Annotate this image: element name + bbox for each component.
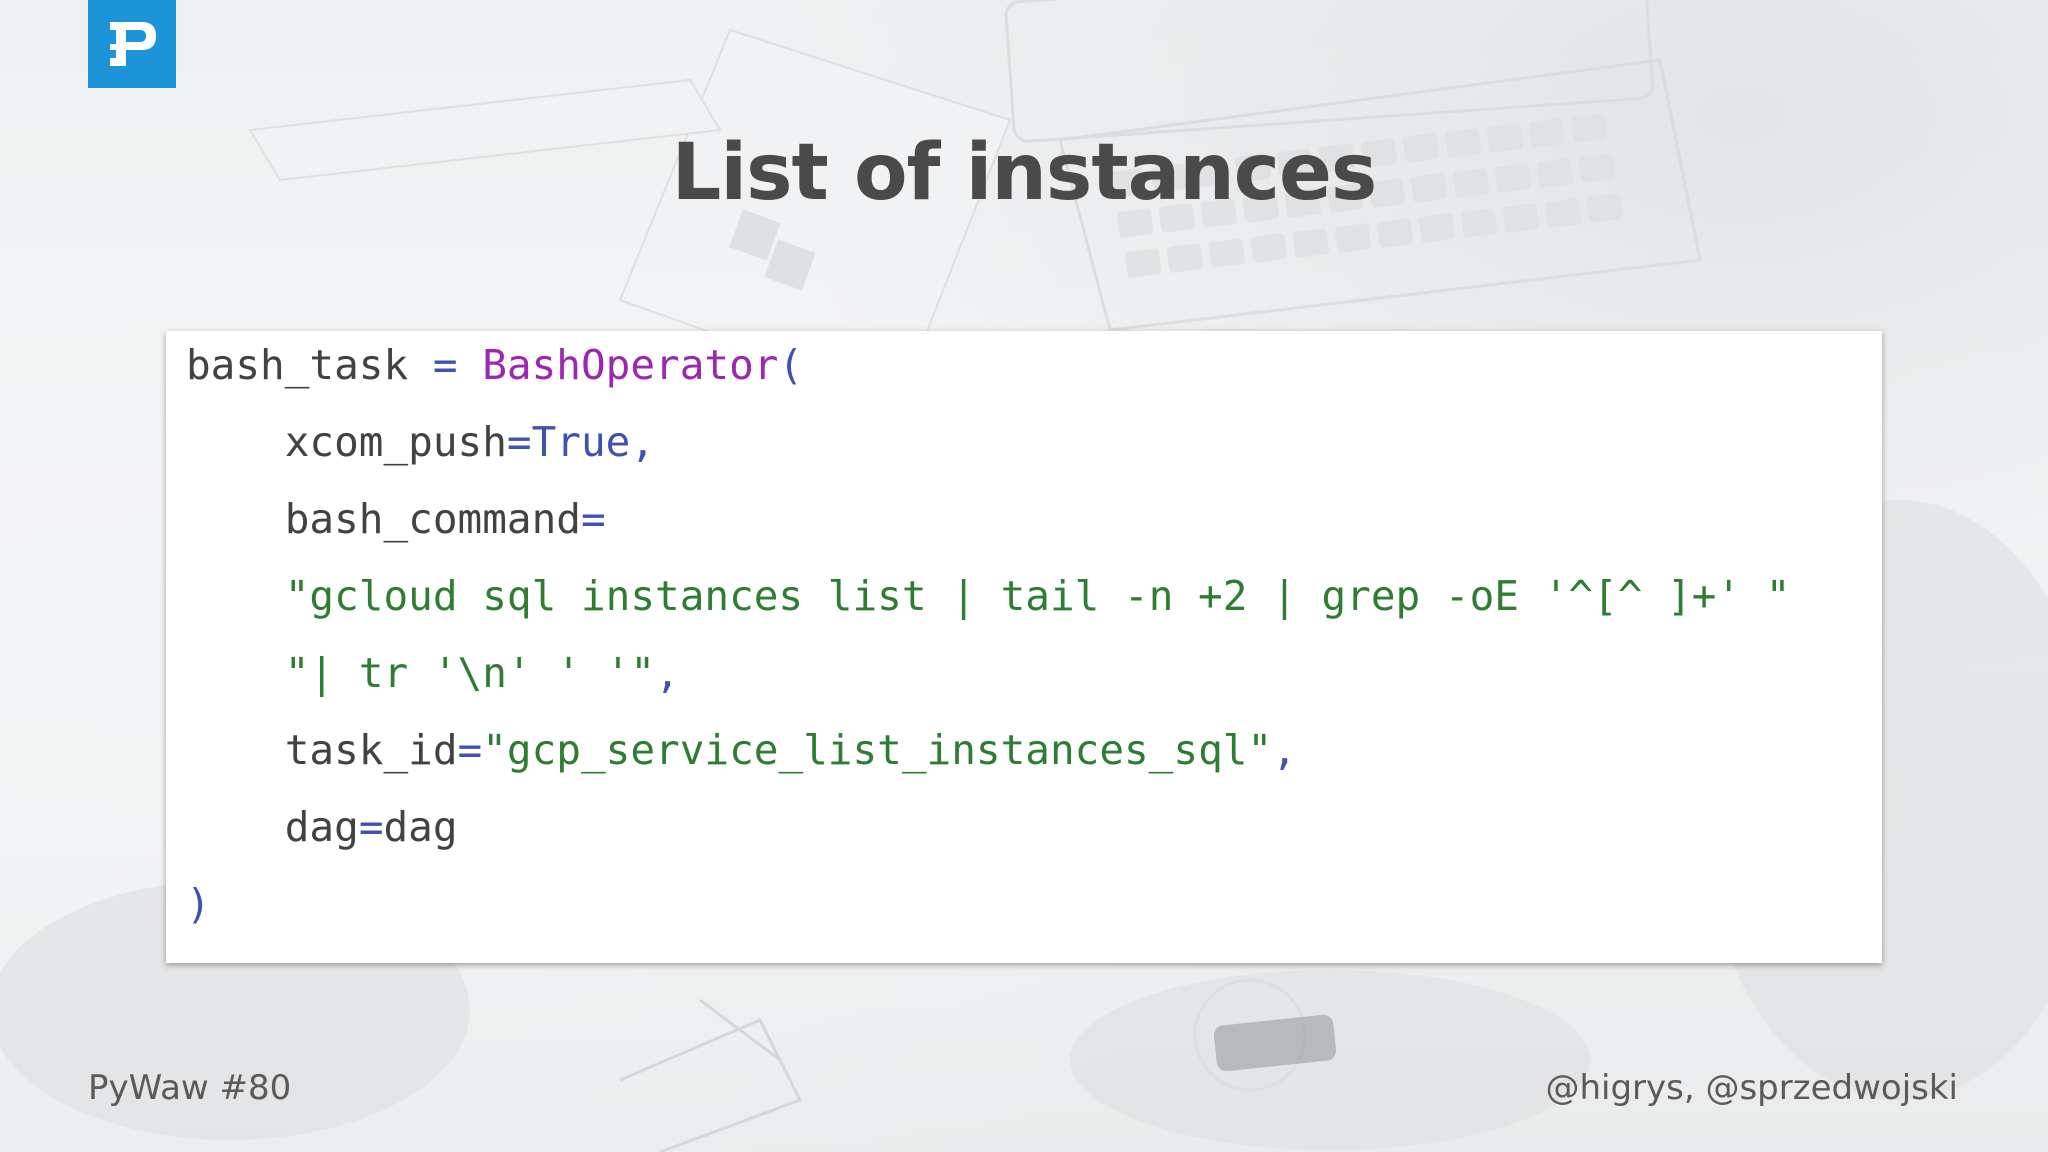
code-line-2: xcom_push=True, [186,412,655,472]
code-token-comma: , [630,418,656,466]
code-line-8: ) [186,874,211,934]
code-block: bash_task = BashOperator( xcom_push=True… [166,331,1882,963]
p-logo-icon [110,22,156,66]
code-token-assign: = [358,803,384,851]
code-token-class: BashOperator [482,341,779,389]
footer-event-label: PyWaw #80 [88,1068,292,1108]
code-token-value: dag [383,803,458,851]
code-token-arg: task_id [284,726,458,774]
code-token-arg: bash_command [284,495,581,543]
code-line-6: task_id="gcp_service_list_instances_sql"… [186,720,1297,780]
code-token-string: "| tr '\n' ' '" [284,649,656,697]
code-token-assign: = [408,341,483,389]
code-token-keyword: True [531,418,631,466]
pywaw-logo [88,0,176,88]
code-token-assign: = [457,726,483,774]
code-line-7: dag=dag [186,797,458,857]
code-line-3: bash_command= [186,489,606,549]
code-token-assign: = [580,495,606,543]
code-line-4: "gcloud sql instances list | tail -n +2 … [186,566,1791,626]
code-token-string: "gcloud sql instances list | tail -n +2 … [284,572,1791,620]
code-token-open-paren: ( [778,341,804,389]
slide-title: List of instances [671,128,1378,218]
code-token-assign: = [506,418,532,466]
code-token-var: bash_task [186,341,409,389]
code-token-close-paren: ) [186,880,211,928]
code-line-5: "| tr '\n' ' '", [186,643,680,703]
code-token-arg: xcom_push [284,418,507,466]
footer-authors-label: @higrys, @sprzedwojski [1545,1068,1958,1108]
code-token-comma: , [1272,726,1297,774]
code-token-comma: , [655,649,680,697]
code-token-string: "gcp_service_list_instances_sql" [482,726,1273,774]
code-line-1: bash_task = BashOperator( [186,335,803,395]
code-token-arg: dag [284,803,359,851]
